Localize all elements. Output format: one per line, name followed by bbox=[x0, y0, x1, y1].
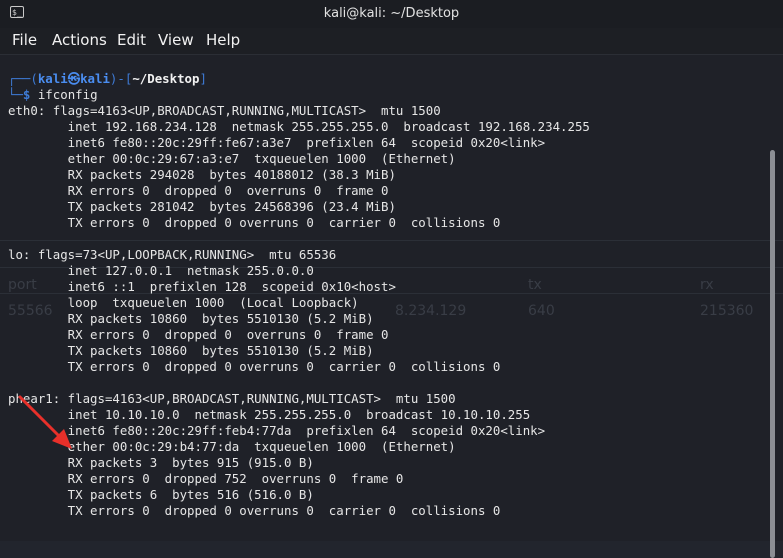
prompt-host: kali bbox=[80, 71, 110, 86]
output-line: inet 127.0.0.1 netmask 255.0.0.0 bbox=[8, 263, 314, 278]
prompt-frame: ] bbox=[199, 71, 207, 86]
ghost-text: 215360 bbox=[700, 303, 754, 319]
menu-file[interactable]: File bbox=[12, 31, 37, 49]
prompt-line-1: ┌──(kali㉿kali)-[~/Desktop] bbox=[8, 71, 590, 87]
scrollbar[interactable] bbox=[770, 150, 775, 558]
output-line: inet6 ::1 prefixlen 128 scopeid 0x10<hos… bbox=[8, 279, 396, 294]
output-line: inet 10.10.10.0 netmask 255.255.255.0 br… bbox=[8, 407, 531, 422]
output-line: phear1: flags=4163<UP,BROADCAST,RUNNING,… bbox=[8, 391, 456, 406]
output-line: TX errors 0 dropped 0 overruns 0 carrier… bbox=[8, 503, 501, 518]
terminal-output: ┌──(kali㉿kali)-[~/Desktop] └─$ ifconfig … bbox=[8, 71, 590, 519]
red-arrow-icon bbox=[18, 395, 72, 449]
prompt-user: kali bbox=[37, 71, 68, 86]
terminal-area[interactable]: port tx rx 55566 8.234.129 640 215360 ┌─… bbox=[0, 55, 783, 558]
output-line: ether 00:0c:29:b4:77:da txqueuelen 1000 … bbox=[8, 439, 456, 454]
menu-actions[interactable]: Actions bbox=[52, 31, 107, 49]
title-bar: $_ kali@kali: ~/Desktop bbox=[0, 0, 783, 28]
prompt-frame: └─ bbox=[8, 87, 23, 102]
prompt-frame: ┌──( bbox=[8, 71, 38, 86]
output-line: RX errors 0 dropped 752 overruns 0 frame… bbox=[8, 471, 404, 486]
ifconfig-output: eth0: flags=4163<UP,BROADCAST,RUNNING,MU… bbox=[8, 103, 590, 519]
output-line: inet6 fe80::20c:29ff:fe67:a3e7 prefixlen… bbox=[8, 135, 546, 150]
prompt-path: ~/Desktop bbox=[132, 71, 200, 86]
ghost-text: rx bbox=[700, 277, 714, 293]
command-text: ifconfig bbox=[30, 87, 98, 102]
output-line: ether 00:0c:29:67:a3:e7 txqueuelen 1000 … bbox=[8, 151, 456, 166]
output-line: RX packets 294028 bytes 40188012 (38.3 M… bbox=[8, 167, 396, 182]
output-line: RX packets 10860 bytes 5510130 (5.2 MiB) bbox=[8, 311, 374, 326]
menu-help[interactable]: Help bbox=[206, 31, 240, 49]
output-line: lo: flags=73<UP,LOOPBACK,RUNNING> mtu 65… bbox=[8, 247, 337, 262]
output-line: eth0: flags=4163<UP,BROADCAST,RUNNING,MU… bbox=[8, 103, 441, 118]
output-line: RX errors 0 dropped 0 overruns 0 frame 0 bbox=[8, 327, 389, 342]
output-line: RX errors 0 dropped 0 overruns 0 frame 0 bbox=[8, 183, 389, 198]
prompt-at: ㉿ bbox=[67, 71, 81, 86]
output-line: inet6 fe80::20c:29ff:feb4:77da prefixlen… bbox=[8, 423, 546, 438]
output-line: TX errors 0 dropped 0 overruns 0 carrier… bbox=[8, 215, 501, 230]
prompt-line-2: └─$ ifconfig bbox=[8, 87, 590, 103]
menu-edit[interactable]: Edit bbox=[117, 31, 146, 49]
window-title: kali@kali: ~/Desktop bbox=[323, 6, 460, 21]
output-line: TX packets 6 bytes 516 (516.0 B) bbox=[8, 487, 314, 502]
output-line: TX packets 281042 bytes 24568396 (23.4 M… bbox=[8, 199, 396, 214]
output-line: inet 192.168.234.128 netmask 255.255.255… bbox=[8, 119, 590, 134]
output-line: TX packets 10860 bytes 5510130 (5.2 MiB) bbox=[8, 343, 374, 358]
prompt-frame: )-[ bbox=[109, 71, 133, 86]
output-line: loop txqueuelen 1000 (Local Loopback) bbox=[8, 295, 359, 310]
menu-view[interactable]: View bbox=[158, 31, 194, 49]
menu-bar: File Actions Edit View Help bbox=[0, 28, 783, 55]
output-line: RX packets 3 bytes 915 (915.0 B) bbox=[8, 455, 314, 470]
output-line: TX errors 0 dropped 0 overruns 0 carrier… bbox=[8, 359, 501, 374]
